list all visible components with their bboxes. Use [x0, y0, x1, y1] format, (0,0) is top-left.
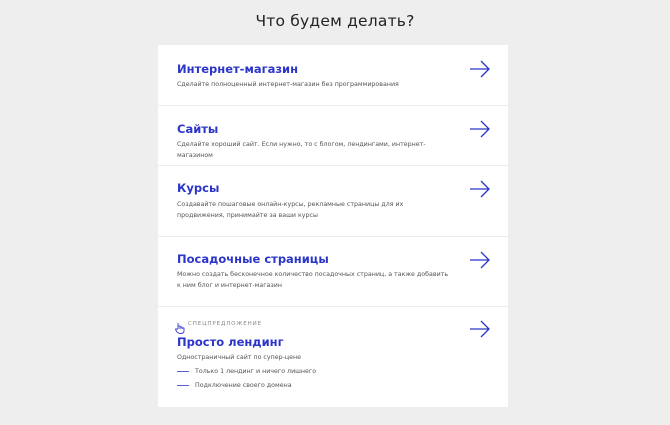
feature-text: Подключение своего домена	[195, 382, 292, 389]
option-online-store[interactable]: Интернет-магазин Сделайте полноценный ин…	[158, 45, 508, 106]
page-title: Что будем делать?	[255, 12, 415, 30]
arrow-right-icon[interactable]	[469, 60, 491, 78]
option-title: Посадочные страницы	[177, 252, 329, 266]
arrow-right-icon[interactable]	[469, 320, 491, 338]
option-title: Сайты	[177, 122, 219, 136]
feature-text: Только 1 лендинг и ничего лишнего	[195, 368, 317, 375]
option-courses[interactable]: Курсы Создавайте пошаговые онлайн-курсы,…	[158, 166, 508, 237]
option-description: Сделайте хороший сайт. Если нужно, то с …	[177, 141, 426, 159]
arrow-right-icon[interactable]	[469, 120, 491, 138]
option-title: Просто лендинг	[177, 335, 284, 349]
option-title: Курсы	[177, 181, 220, 195]
dash-icon	[177, 384, 189, 386]
dash-icon	[177, 370, 189, 372]
option-simple-landing[interactable]: СПЕЦПРЕДЛОЖЕНИЕ Просто лендинг Одностран…	[158, 307, 508, 407]
options-card: Интернет-магазин Сделайте полноценный ин…	[158, 45, 508, 407]
special-offer-label: СПЕЦПРЕДЛОЖЕНИЕ	[188, 321, 263, 327]
feature-item: Подключение своего домена	[177, 382, 292, 389]
option-title: Интернет-магазин	[177, 62, 299, 76]
option-description: Можно создать бесконечное количество пос…	[177, 271, 449, 289]
option-landing-pages[interactable]: Посадочные страницы Можно создать бескон…	[158, 237, 508, 307]
option-description: Создавайте пошаговые онлайн-курсы, рекла…	[177, 201, 404, 219]
pointer-hand-icon	[174, 319, 186, 334]
arrow-right-icon[interactable]	[469, 251, 491, 269]
option-description: Сделайте полноценный интернет-магазин бе…	[177, 81, 399, 88]
arrow-right-icon[interactable]	[469, 180, 491, 198]
feature-item: Только 1 лендинг и ничего лишнего	[177, 368, 316, 375]
option-description: Одностраничный сайт по супер-цене	[177, 354, 302, 361]
option-websites[interactable]: Сайты Сделайте хороший сайт. Если нужно,…	[158, 106, 508, 166]
